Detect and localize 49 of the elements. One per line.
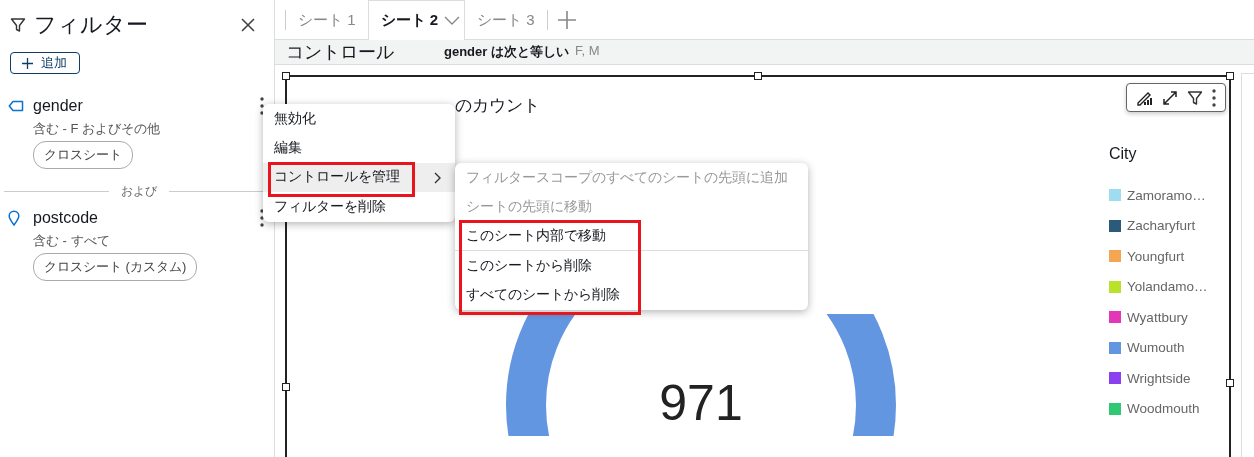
resize-handle[interactable] bbox=[282, 383, 290, 391]
legend-label: Woodmouth bbox=[1127, 401, 1200, 417]
panel-title: フィルター bbox=[34, 11, 149, 39]
filter-summary-label: gender は次と等しい bbox=[444, 43, 569, 61]
menu-item[interactable]: 無効化 bbox=[263, 104, 455, 134]
filter-icon bbox=[1187, 89, 1203, 106]
expand-icon[interactable] bbox=[1162, 89, 1178, 106]
resize-handle[interactable] bbox=[1226, 379, 1234, 387]
legend-label: Wyattbury bbox=[1127, 309, 1188, 325]
sheet-tab[interactable]: シート 3 bbox=[465, 1, 547, 39]
controls-title: コントロール bbox=[286, 41, 394, 64]
add-sheet-icon[interactable] bbox=[557, 11, 576, 29]
sheet-tab[interactable]: シート 1 bbox=[285, 1, 368, 39]
resize-handle[interactable] bbox=[1226, 72, 1234, 80]
submenu-item[interactable]: すべてのシートから削除 bbox=[455, 280, 808, 310]
legend-label: Wrightside bbox=[1127, 370, 1191, 386]
add-button[interactable]: 追加 bbox=[10, 52, 80, 74]
legend-title: City bbox=[1109, 145, 1138, 163]
filter-condition: 含む - すべて bbox=[33, 232, 111, 250]
filter-summary-value: F, M bbox=[574, 43, 600, 60]
more-options-icon[interactable] bbox=[1212, 88, 1216, 107]
submenu-item[interactable]: このシート内部で移動 bbox=[455, 221, 808, 252]
chevron-right-icon bbox=[434, 171, 442, 184]
total-value: 971 bbox=[659, 375, 743, 432]
filter-condition: 含む - F およびその他 bbox=[33, 120, 162, 138]
resize-handle[interactable] bbox=[754, 72, 762, 80]
close-icon[interactable] bbox=[240, 17, 256, 33]
legend-label: Zamoramo… bbox=[1127, 187, 1206, 203]
menu-item[interactable]: フィルターを削除 bbox=[263, 192, 455, 222]
menu-item[interactable]: 編集 bbox=[263, 133, 455, 163]
sheet-tab[interactable]: シート 2 bbox=[367, 0, 466, 40]
submenu-item[interactable]: このシートから削除 bbox=[455, 251, 808, 281]
separator-label: および bbox=[121, 183, 157, 200]
legend-label: Zacharyfurt bbox=[1127, 218, 1196, 234]
filter-name: postcode bbox=[33, 208, 99, 228]
tag-icon bbox=[8, 100, 24, 112]
scope-chip[interactable]: クロスシート (カスタム) bbox=[33, 253, 198, 281]
legend-label: Wumouth bbox=[1127, 340, 1185, 356]
plus-icon bbox=[22, 57, 33, 69]
more-options-icon[interactable] bbox=[260, 209, 264, 227]
filter-name: gender bbox=[33, 96, 84, 116]
filter-icon bbox=[10, 17, 26, 33]
legend-label: Youngfurt bbox=[1127, 248, 1185, 264]
location-pin-icon bbox=[8, 210, 20, 226]
more-options-icon[interactable] bbox=[260, 97, 264, 115]
chevron-down-icon[interactable] bbox=[444, 15, 461, 26]
resize-handle[interactable] bbox=[282, 72, 290, 80]
scope-chip[interactable]: クロスシート bbox=[33, 141, 133, 169]
legend-label: Yolandamo… bbox=[1127, 279, 1208, 295]
